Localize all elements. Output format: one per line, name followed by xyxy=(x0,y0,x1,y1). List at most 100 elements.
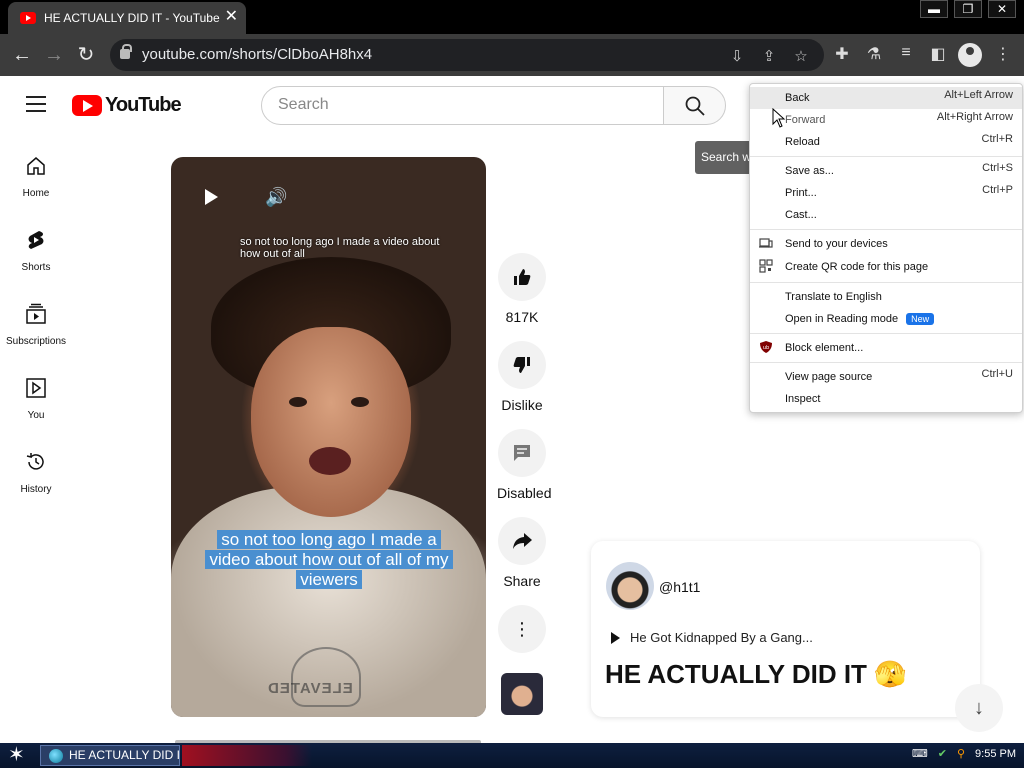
side-panel-icon[interactable]: ◧ xyxy=(927,44,949,64)
browser-menu-icon[interactable]: ⋮ xyxy=(992,44,1014,64)
menu-shortcut-view-source: Ctrl+U xyxy=(981,368,1013,380)
taskbar-browser-item[interactable]: HE ACTUALLY DID I... xyxy=(40,745,180,766)
menu-item-inspect[interactable]: Inspect xyxy=(750,388,1022,410)
menu-shortcut-back: Alt+Left Arrow xyxy=(944,89,1013,101)
menu-item-send-to-devices[interactable]: Send to your devices xyxy=(750,233,1022,255)
share-arrow-icon xyxy=(513,533,532,549)
browser-tab[interactable]: HE ACTUALLY DID IT - YouTube ✕ xyxy=(8,2,246,34)
video-caption-top: so not too long ago I made a video about… xyxy=(240,236,440,260)
menu-label-reload: Reload xyxy=(785,136,820,148)
sound-link[interactable]: He Got Kidnapped By a Gang... xyxy=(611,630,813,645)
menu-item-translate[interactable]: Translate to English xyxy=(750,286,1022,308)
sidebar-label-you: You xyxy=(27,410,45,421)
shirt-balloon-graphic xyxy=(291,647,361,707)
comments-action[interactable]: Disabled xyxy=(497,429,551,501)
menu-item-cast[interactable]: Cast... xyxy=(750,204,1022,226)
sidebar-item-you[interactable]: You xyxy=(0,377,72,421)
tab-close-icon[interactable]: ✕ xyxy=(225,9,238,25)
short-video-player[interactable]: ELEVATED 🔊 so not too long ago I made a … xyxy=(171,157,486,717)
menu-item-save-as[interactable]: Save as... Ctrl+S xyxy=(750,160,1022,182)
restore-button[interactable]: ❐ xyxy=(954,0,982,18)
menu-separator xyxy=(750,156,1022,157)
dislike-action[interactable]: Dislike xyxy=(497,341,547,413)
video-title: HE ACTUALLY DID IT 🫣 xyxy=(605,659,907,689)
bookmark-star-icon[interactable]: ☆ xyxy=(792,47,810,65)
menu-label-cast: Cast... xyxy=(785,209,817,221)
menu-shortcut-reload: Ctrl+R xyxy=(981,133,1013,145)
reload-icon[interactable]: ↻ xyxy=(74,43,98,67)
scroll-down-arrow-icon[interactable]: ↓ xyxy=(955,684,1003,732)
shirt-text: ELEVATED xyxy=(267,680,353,697)
sidebar-item-subscriptions[interactable]: Subscriptions xyxy=(0,303,72,347)
comments-button[interactable] xyxy=(498,429,546,477)
share-icon[interactable]: ⇪ xyxy=(760,47,778,65)
like-action[interactable]: 817K xyxy=(497,253,547,325)
dislike-button[interactable] xyxy=(498,341,546,389)
voice-search-tooltip: Search with your voice xyxy=(695,141,755,174)
keyboard-icon[interactable]: ⌨ xyxy=(912,747,928,760)
lock-icon[interactable] xyxy=(120,44,132,59)
channel-handle[interactable]: @h1t1 xyxy=(659,579,700,595)
menu-item-block-element[interactable]: ub Block element... xyxy=(750,337,1022,359)
profile-avatar-icon[interactable] xyxy=(958,43,982,67)
browser-toolbar: ← → ↻ youtube.com/shorts/ClDboAH8hx4 ⇩ ⇪… xyxy=(0,34,1024,76)
more-options-icon[interactable]: ⋮ xyxy=(498,605,546,653)
comment-icon xyxy=(514,445,530,461)
taskbar-decoration xyxy=(182,745,312,766)
you-icon xyxy=(26,378,46,398)
forward-arrow-icon[interactable]: → xyxy=(42,43,66,67)
url-text[interactable]: youtube.com/shorts/ClDboAH8hx4 xyxy=(142,46,372,63)
menu-item-reading-mode[interactable]: Open in Reading mode New xyxy=(750,308,1022,330)
more-action[interactable]: ⋮ xyxy=(497,605,547,653)
like-count: 817K xyxy=(505,309,539,325)
taskbar-item-label: HE ACTUALLY DID I... xyxy=(69,748,180,762)
share-button[interactable] xyxy=(498,517,546,565)
menu-item-qr-code[interactable]: Create QR code for this page xyxy=(750,256,1022,278)
share-action[interactable]: Share xyxy=(497,517,547,589)
network-icon[interactable]: ✔ xyxy=(938,747,947,760)
menu-label-block-element: Block element... xyxy=(785,342,864,354)
youtube-play-logo-icon xyxy=(72,95,102,116)
menu-item-print[interactable]: Print... Ctrl+P xyxy=(750,182,1022,204)
labs-flask-icon[interactable]: ⚗ xyxy=(863,44,885,64)
hamburger-menu-icon[interactable] xyxy=(26,96,46,112)
qr-code-icon xyxy=(759,259,773,273)
volume-icon[interactable]: 🔊 xyxy=(265,187,287,208)
search-placeholder: Search xyxy=(278,96,329,113)
install-app-icon[interactable]: ⇩ xyxy=(728,47,746,65)
youtube-logo[interactable]: YouTube xyxy=(72,94,182,117)
search-input[interactable]: Search xyxy=(261,86,664,125)
back-arrow-icon[interactable]: ← xyxy=(10,43,34,67)
menu-separator xyxy=(750,362,1022,363)
extensions-icon[interactable]: ✚ xyxy=(831,44,853,64)
menu-label-inspect: Inspect xyxy=(785,393,821,405)
menu-item-view-source[interactable]: View page source Ctrl+U xyxy=(750,366,1022,388)
close-window-button[interactable]: ✕ xyxy=(988,0,1016,18)
address-bar[interactable]: youtube.com/shorts/ClDboAH8hx4 ⇩ ⇪ ☆ xyxy=(110,39,824,71)
subscriptions-icon xyxy=(26,303,46,324)
menu-label-forward: Forward xyxy=(785,114,826,126)
menu-label-save-as: Save as... xyxy=(785,165,834,177)
like-button[interactable] xyxy=(498,253,546,301)
menu-item-reload[interactable]: Reload Ctrl+R xyxy=(750,131,1022,153)
channel-avatar[interactable] xyxy=(501,673,543,715)
sidebar-item-home[interactable]: Home xyxy=(0,155,72,199)
menu-item-back[interactable]: Back Alt+Left Arrow xyxy=(750,87,1022,109)
history-icon xyxy=(26,453,44,470)
sidebar-label-subscriptions: Subscriptions xyxy=(5,336,67,347)
media-queue-icon[interactable]: ≡ xyxy=(895,44,917,62)
search-button[interactable] xyxy=(663,86,726,125)
start-star-icon[interactable]: ✶ xyxy=(8,745,25,765)
sidebar-item-shorts[interactable]: Shorts xyxy=(0,229,72,273)
minimize-button[interactable]: ▬ xyxy=(920,0,948,18)
thumbs-down-icon xyxy=(513,357,530,373)
play-icon[interactable] xyxy=(205,189,218,205)
shorts-icon xyxy=(28,231,44,249)
search-tray-icon[interactable]: ⚲ xyxy=(957,747,965,760)
new-badge: New xyxy=(906,313,935,325)
youtube-favicon-icon xyxy=(20,12,36,24)
channel-avatar-large[interactable] xyxy=(606,562,654,610)
menu-item-forward[interactable]: Forward Alt+Right Arrow xyxy=(750,109,1022,131)
sidebar-item-history[interactable]: History xyxy=(0,451,72,495)
ublock-shield-icon: ub xyxy=(760,341,772,353)
